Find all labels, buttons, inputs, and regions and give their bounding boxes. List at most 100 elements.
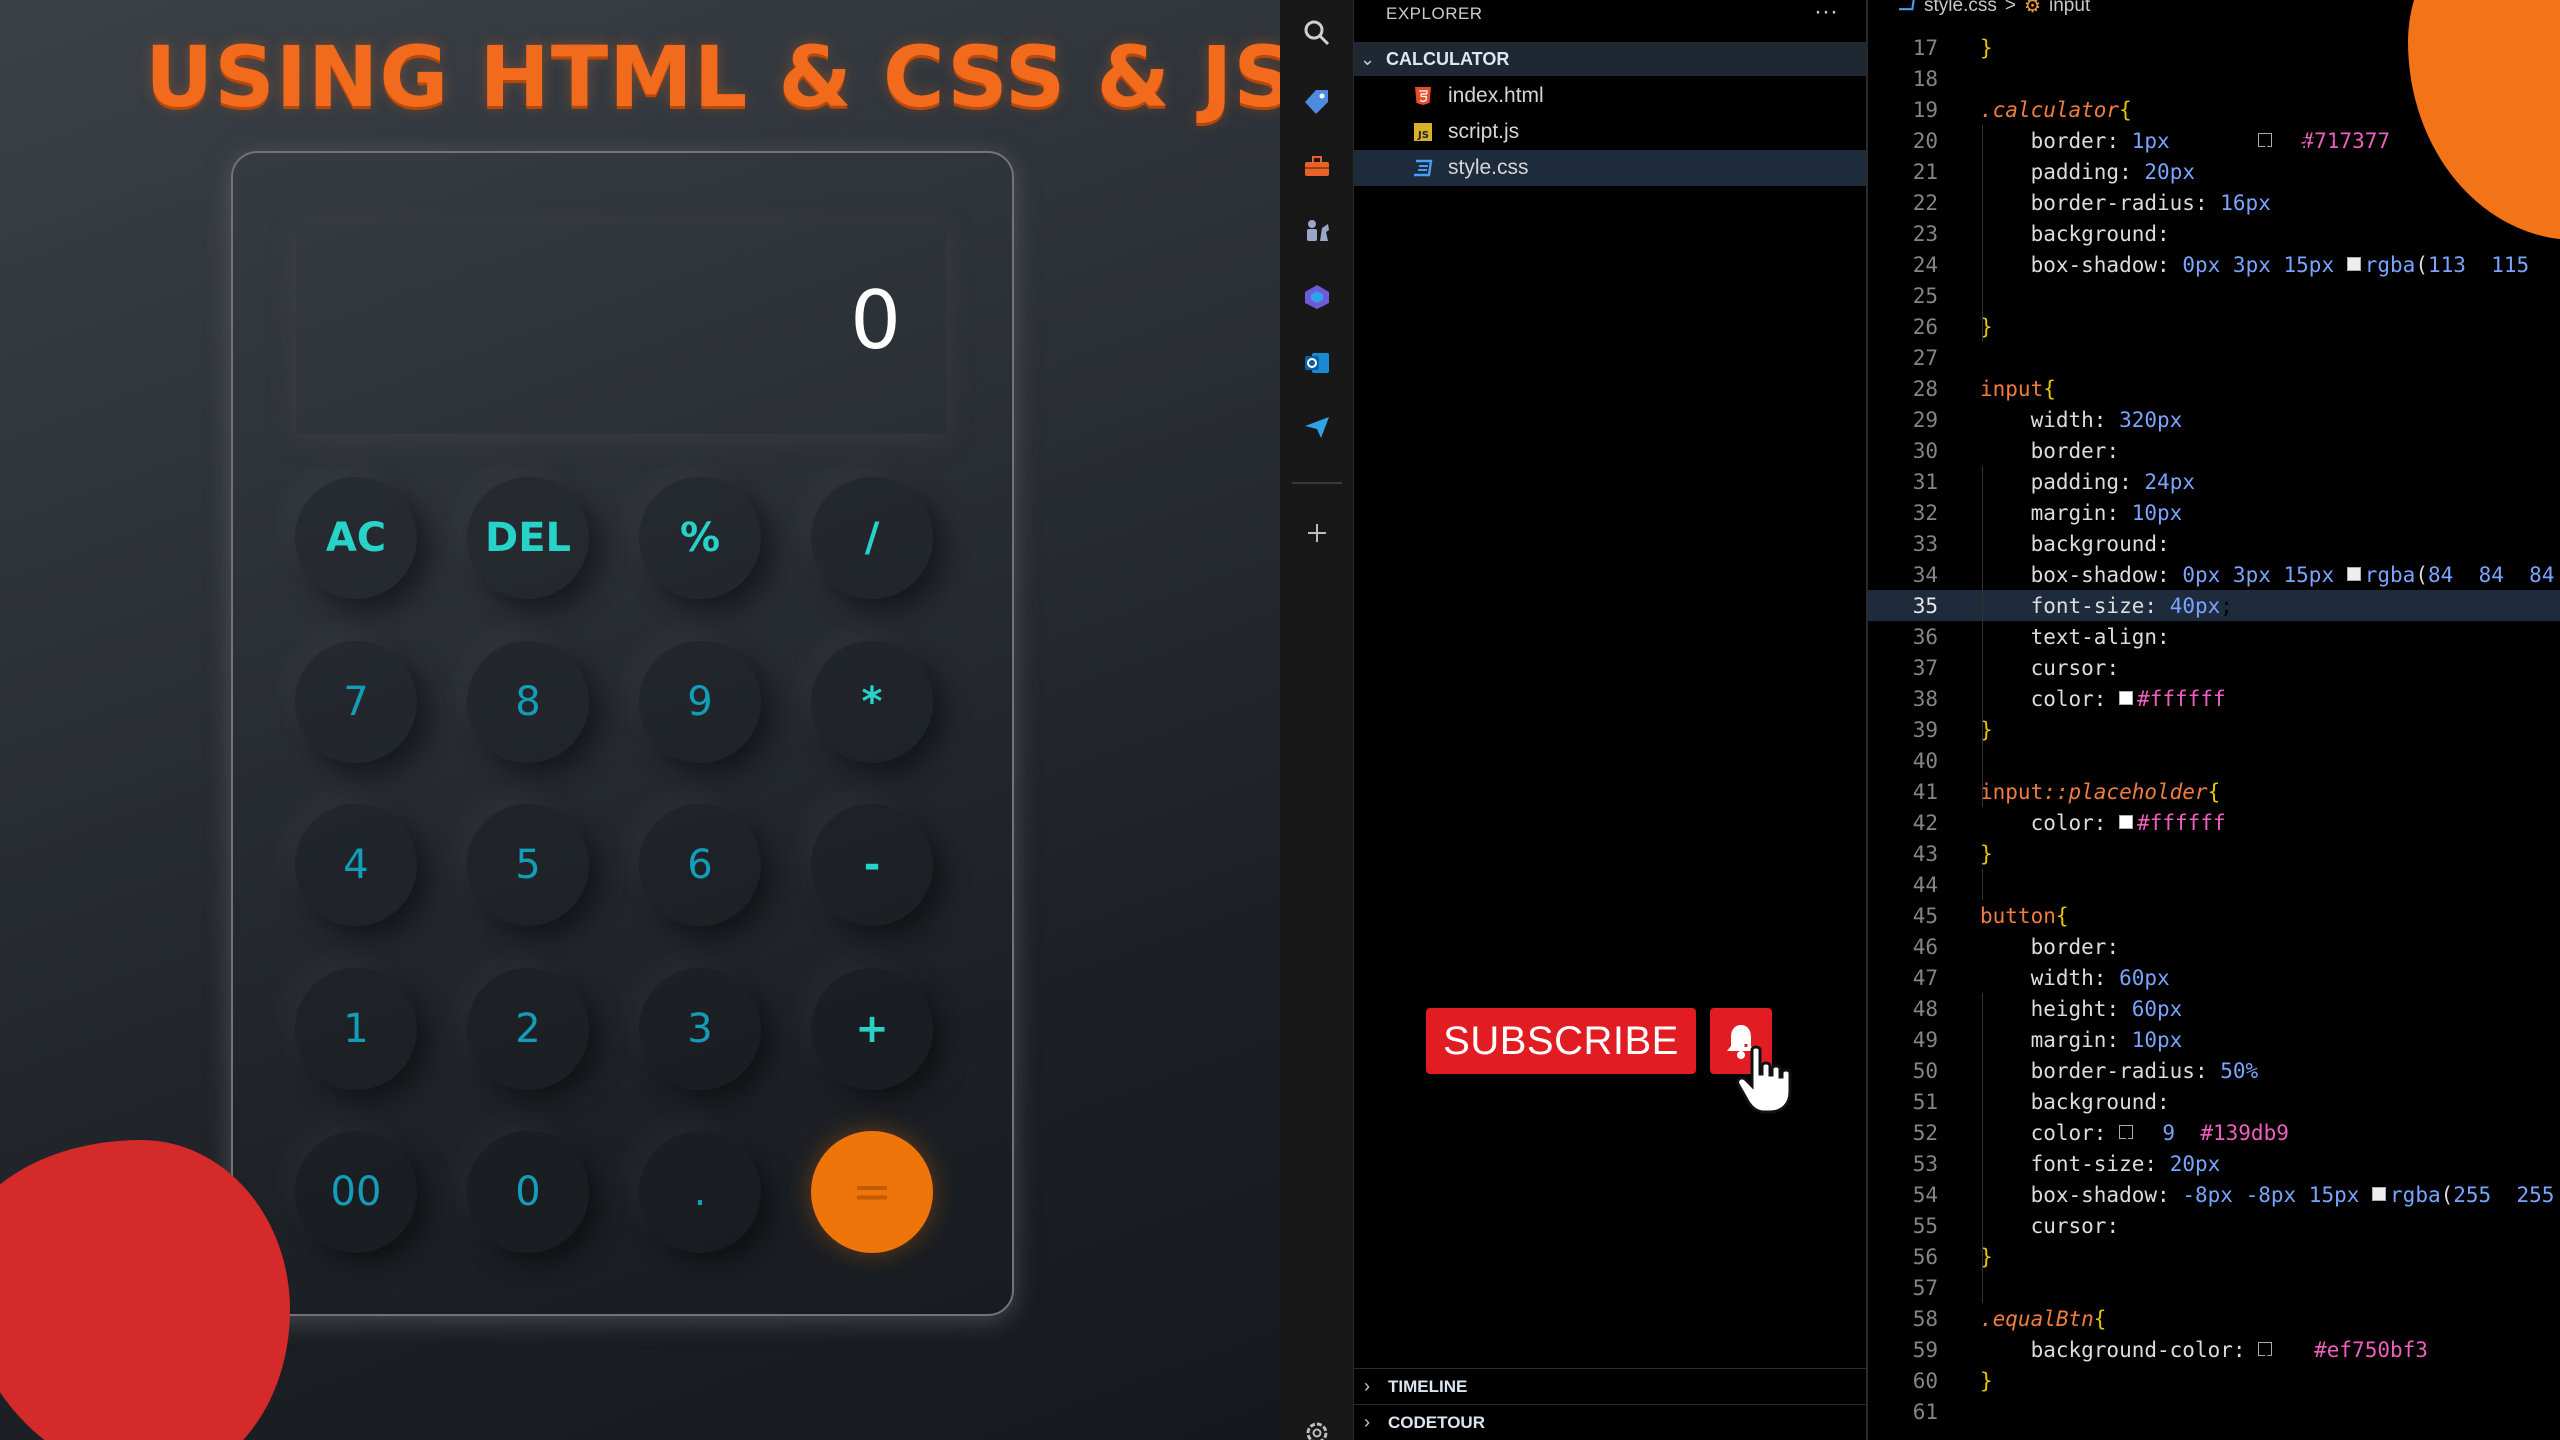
code-text[interactable]: border: none; (1980, 439, 2195, 463)
code-line[interactable]: 24 box-shadow: 0px 3px 15px rgba(113, 11… (1868, 249, 2560, 280)
code-text[interactable]: padding: 24px; (1980, 470, 2208, 494)
code-text[interactable]: } (1980, 842, 1993, 866)
code-text[interactable]: color: #ffffff; (1980, 687, 2239, 711)
code-line[interactable]: 27 (1868, 342, 2560, 373)
button-5[interactable]: 5 (467, 804, 589, 926)
code-line[interactable]: 32 margin: 10px; (1868, 497, 2560, 528)
button-7[interactable]: 7 (295, 641, 417, 763)
code-line[interactable]: 58 .equalBtn{ (1868, 1303, 2560, 1334)
code-line[interactable]: 49 margin: 10px; (1868, 1024, 2560, 1055)
code-line[interactable]: 26} (1868, 311, 2560, 342)
code-line[interactable]: 54 box-shadow: -8px -8px 15px rgba(255, … (1868, 1179, 2560, 1210)
code-line[interactable]: 37 cursor: pointer; (1868, 652, 2560, 683)
button-percent[interactable]: % (639, 477, 761, 599)
code-line[interactable]: 60} (1868, 1365, 2560, 1396)
code-text[interactable]: padding: 20px; (1980, 160, 2208, 184)
code-text[interactable]: box-shadow: 0px 3px 15px rgba(84, 84, 84 (1980, 563, 2555, 587)
code-line[interactable]: 41 input::placeholder{ (1868, 776, 2560, 807)
code-text[interactable]: .equalBtn{ (1980, 1307, 2106, 1331)
button-8[interactable]: 8 (467, 641, 589, 763)
code-line[interactable]: 36 text-align: right; (1868, 621, 2560, 652)
code-line[interactable]: 29 width: 320px; (1868, 404, 2560, 435)
file-script-js[interactable]: JS script.js (1354, 114, 1866, 150)
code-line[interactable]: 61 (1868, 1396, 2560, 1427)
code-line[interactable]: 55 cursor: pointer; (1868, 1210, 2560, 1241)
code-line[interactable]: 44 (1868, 869, 2560, 900)
code-line[interactable]: 46 border: none; (1868, 931, 2560, 962)
code-line[interactable]: 45 button{ (1868, 900, 2560, 931)
code-line[interactable]: 38 color: #ffffff; (1868, 683, 2560, 714)
code-text[interactable]: width: 60px; (1980, 966, 2183, 990)
button-plus[interactable]: + (811, 968, 933, 1090)
code-text[interactable]: font-size: 40px; (1980, 594, 2233, 618)
code-line[interactable]: 30 border: none; (1868, 435, 2560, 466)
button-2[interactable]: 2 (467, 968, 589, 1090)
button-3[interactable]: 3 (639, 968, 761, 1090)
code-text[interactable]: height: 60px; (1980, 997, 2195, 1021)
button-divide[interactable]: / (811, 477, 933, 599)
code-line[interactable]: 52 color: 139db9">#139db9; (1868, 1117, 2560, 1150)
code-line[interactable]: 57 (1868, 1272, 2560, 1303)
code-text[interactable]: background: transparent; (1980, 1090, 2334, 1114)
code-text[interactable]: border-radius: 50%; (1980, 1059, 2271, 1083)
code-editor[interactable]: style.css > ⚙ input 17} 18 19 .calculator{2… (1868, 0, 2560, 1440)
code-text[interactable]: margin: 10px; (1980, 1028, 2195, 1052)
code-line[interactable]: 50 border-radius: 50%; (1868, 1055, 2560, 1086)
codetour-section[interactable]: › CODETOUR (1354, 1404, 1866, 1440)
add-icon[interactable] (1302, 518, 1332, 548)
code-line[interactable]: 22 border-radius: 16px; (1868, 187, 2560, 218)
code-line[interactable]: 28 input{ (1868, 373, 2560, 404)
code-line[interactable]: 35 font-size: 40px; (1868, 590, 2560, 621)
code-text[interactable]: border: none; (1980, 935, 2195, 959)
code-text[interactable]: color: #ffffff; (1980, 811, 2239, 835)
code-line[interactable]: 23 background: transparent; (1868, 218, 2560, 249)
folder-calculator[interactable]: ⌄ CALCULATOR (1354, 42, 1866, 76)
calculator-display[interactable]: 0 (296, 224, 946, 434)
code-line[interactable]: 47 width: 60px; (1868, 962, 2560, 993)
code-text[interactable]: } (1980, 1369, 1993, 1393)
code-text[interactable]: input{ (1980, 377, 2056, 401)
code-text[interactable]: width: 320px; (1980, 408, 2195, 432)
button-0[interactable]: 0 (467, 1131, 589, 1253)
code-text[interactable]: .calculator{ (1980, 98, 2132, 122)
file-index-html[interactable]: index.html (1354, 78, 1866, 114)
code-text[interactable]: background-color: 750b">#ef750bf3; (1980, 1338, 2441, 1367)
code-line[interactable]: 31 padding: 24px; (1868, 466, 2560, 497)
breadcrumb-file[interactable]: style.css (1924, 0, 1997, 17)
button-dot[interactable]: . (639, 1131, 761, 1253)
send-icon[interactable] (1302, 412, 1332, 442)
file-style-css[interactable]: style.css (1354, 150, 1866, 186)
button-4[interactable]: 4 (295, 804, 417, 926)
code-line[interactable]: 59 background-color: 750b">#ef750bf3; (1868, 1334, 2560, 1367)
code-line[interactable]: 48 height: 60px; (1868, 993, 2560, 1024)
code-line[interactable]: 40 (1868, 745, 2560, 776)
button-minus[interactable]: - (811, 804, 933, 926)
code-text[interactable]: button{ (1980, 904, 2069, 928)
code-line[interactable]: 53 font-size: 20px; (1868, 1148, 2560, 1179)
button-multiply[interactable]: * (811, 641, 933, 763)
code-text[interactable]: input::placeholder{ (1980, 780, 2220, 804)
chess-icon[interactable] (1302, 216, 1332, 246)
breadcrumb-symbol[interactable]: input (2049, 0, 2090, 17)
timeline-section[interactable]: › TIMELINE (1354, 1368, 1866, 1404)
code-text[interactable]: font-size: 20px; (1980, 1152, 2233, 1176)
code-line[interactable]: 25 (1868, 280, 2560, 311)
code-text[interactable]: background: transparent; (1980, 222, 2334, 246)
code-line[interactable]: 33 background: transparent; (1868, 528, 2560, 559)
outlook-icon[interactable] (1302, 348, 1332, 378)
code-text[interactable]: } (1980, 36, 1993, 60)
code-text[interactable]: cursor: pointer; (1980, 656, 2233, 680)
code-text[interactable]: border-radius: 16px; (1980, 191, 2284, 215)
button-equals[interactable]: = (811, 1131, 933, 1253)
settings-icon[interactable] (1302, 1418, 1332, 1440)
more-actions-icon[interactable]: ··· (1814, 0, 1838, 26)
code-text[interactable]: text-align: right; (1980, 625, 2259, 649)
button-9[interactable]: 9 (639, 641, 761, 763)
code-text[interactable]: box-shadow: -8px -8px 15px rgba(255, 255 (1980, 1183, 2555, 1207)
code-line[interactable]: 56} (1868, 1241, 2560, 1272)
copilot-icon[interactable] (1302, 282, 1332, 312)
code-line[interactable]: 51 background: transparent; (1868, 1086, 2560, 1117)
button-ac[interactable]: AC (295, 477, 417, 599)
code-line[interactable]: 39} (1868, 714, 2560, 745)
button-00[interactable]: 00 (295, 1131, 417, 1253)
